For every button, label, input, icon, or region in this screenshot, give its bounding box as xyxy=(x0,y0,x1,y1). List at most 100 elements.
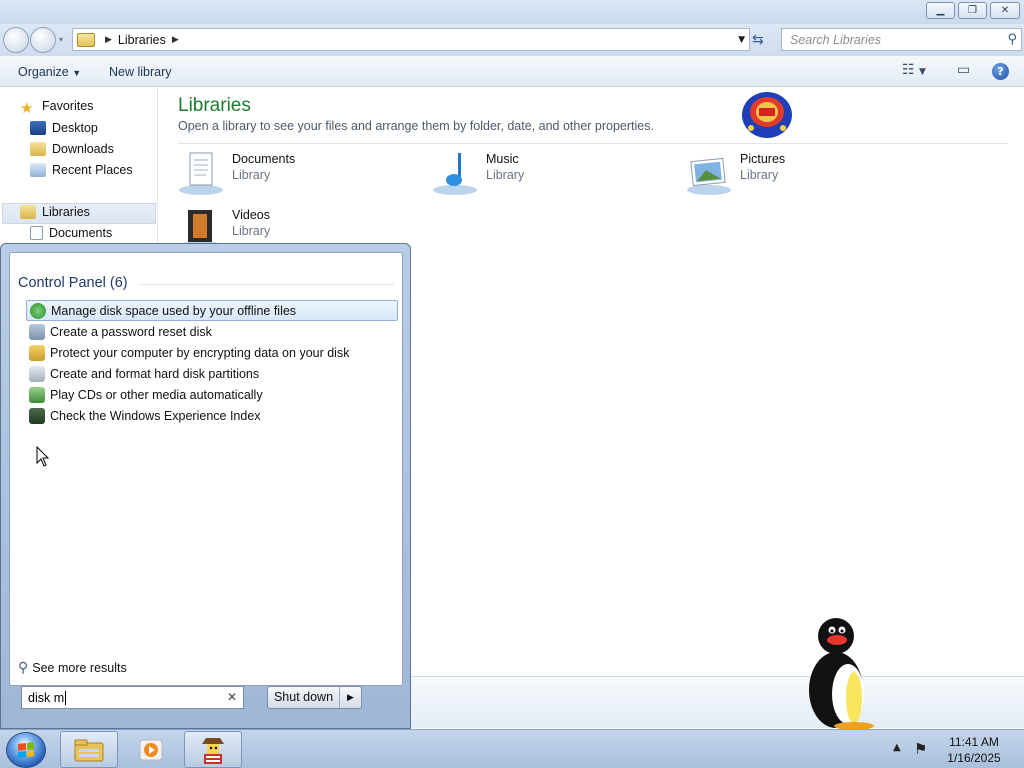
minimize-icon: ▁ xyxy=(936,5,945,16)
navigation-bar: ▾ ▶ Libraries ▶ ▼ ⇆ Search Libraries ⚲ xyxy=(0,24,1024,56)
library-type: Library xyxy=(232,224,271,238)
clock[interactable]: 11:41 AM 1/16/2025 xyxy=(936,734,1012,766)
result-item-partitions[interactable]: Create and format hard disk partitions xyxy=(26,363,398,384)
library-music[interactable]: Music Library xyxy=(432,150,632,198)
library-videos[interactable]: Videos Library xyxy=(178,206,378,251)
library-name: Videos xyxy=(232,208,270,222)
close-button[interactable]: ✕ xyxy=(990,2,1020,19)
start-button[interactable] xyxy=(6,732,46,768)
nav-desktop[interactable]: Desktop xyxy=(30,121,98,135)
nav-favorites[interactable]: ★ Favorites xyxy=(20,99,93,117)
documents-library-icon xyxy=(179,152,223,195)
search-results-panel: Control Panel (6) Manage disk space used… xyxy=(9,252,403,686)
library-type: Library xyxy=(740,168,779,182)
result-label: Create a password reset disk xyxy=(50,324,212,339)
library-type: Library xyxy=(486,168,525,182)
desktop-icon xyxy=(30,121,46,135)
page-subtitle: Open a library to see your files and arr… xyxy=(178,119,654,133)
shutdown-options-icon[interactable]: ▶ xyxy=(340,692,361,703)
action-center-flag-icon[interactable]: ⚑ xyxy=(914,740,927,758)
result-item-autoplay[interactable]: Play CDs or other media automatically xyxy=(26,384,398,405)
taskbar-media-player-button[interactable] xyxy=(122,731,180,768)
library-name: Pictures xyxy=(740,152,786,166)
breadcrumb-libraries[interactable]: Libraries xyxy=(118,33,166,47)
windows-logo-icon xyxy=(18,742,34,758)
nav-libraries-label: Libraries xyxy=(42,205,90,219)
clear-search-icon[interactable]: ✕ xyxy=(227,690,237,704)
library-type: Library xyxy=(232,168,271,182)
shutdown-label: Shut down xyxy=(268,687,340,708)
library-name: Music xyxy=(486,152,519,166)
address-bar[interactable]: ▶ Libraries ▶ ▼ xyxy=(72,28,750,51)
nav-documents-label: Documents xyxy=(49,226,113,240)
nav-downloads[interactable]: Downloads xyxy=(30,142,114,156)
lego-figure-icon xyxy=(202,737,224,764)
see-more-label: See more results xyxy=(32,660,127,675)
star-icon: ★ xyxy=(20,100,34,117)
close-icon: ✕ xyxy=(1000,5,1010,16)
nav-desktop-label: Desktop xyxy=(52,121,98,135)
details-pane xyxy=(410,676,1024,728)
mouse-cursor-icon xyxy=(36,446,50,467)
results-group-title[interactable]: Control Panel (6) xyxy=(18,275,128,291)
nav-documents[interactable]: Documents xyxy=(30,226,112,240)
pictures-library-icon xyxy=(687,157,731,195)
back-button[interactable] xyxy=(3,27,29,53)
minimize-button[interactable]: ▁ xyxy=(926,2,955,19)
command-bar: Organize ▼ New library ☷ ▼ ▭ ? xyxy=(0,56,1024,87)
result-label: Create and format hard disk partitions xyxy=(50,366,260,381)
search-icon[interactable]: ⚲ xyxy=(1007,32,1017,47)
performance-icon xyxy=(29,407,45,424)
help-icon[interactable]: ? xyxy=(992,63,1009,80)
result-item-experience-index[interactable]: Check the Windows Experience Index xyxy=(26,405,398,426)
downloads-folder-icon xyxy=(30,142,46,156)
recent-pages-icon[interactable]: ▾ xyxy=(59,35,63,44)
result-label: Check the Windows Experience Index xyxy=(50,408,261,423)
window-titlebar: ▁ ❐ ✕ xyxy=(0,0,1024,24)
library-documents[interactable]: Documents Library xyxy=(178,150,378,198)
result-item-encrypt[interactable]: Protect your computer by encrypting data… xyxy=(26,342,398,363)
restore-icon: ❐ xyxy=(968,5,977,16)
result-label: Manage disk space used by your offline f… xyxy=(51,303,297,318)
clock-time: 11:41 AM xyxy=(949,735,999,749)
disk-management-icon xyxy=(29,365,45,382)
clock-date: 1/16/2025 xyxy=(947,751,1001,765)
search-query: disk m xyxy=(28,690,65,705)
result-item-password-reset[interactable]: Create a password reset disk xyxy=(26,321,398,342)
refresh-icon[interactable]: ⇆ xyxy=(752,32,764,48)
libraries-icon xyxy=(20,205,36,219)
restore-button[interactable]: ❐ xyxy=(958,2,987,19)
result-item-offline-files[interactable]: Manage disk space used by your offline f… xyxy=(26,300,398,321)
libraries-folder-icon xyxy=(77,32,95,47)
music-library-icon xyxy=(433,153,477,195)
nav-libraries[interactable]: Libraries xyxy=(20,205,90,219)
cd-player-image xyxy=(742,92,792,138)
divider xyxy=(140,284,394,285)
see-more-results-link[interactable]: ⚲ See more results xyxy=(18,659,127,676)
search-icon: ⚲ xyxy=(18,659,29,675)
penguin-image xyxy=(809,618,874,730)
forward-button[interactable] xyxy=(30,27,56,53)
library-pictures[interactable]: Pictures Library xyxy=(686,150,886,198)
breadcrumb-arrow-icon[interactable]: ▶ xyxy=(105,35,112,45)
start-search-input[interactable]: disk m ✕ xyxy=(21,686,244,709)
search-placeholder: Search Libraries xyxy=(790,32,882,47)
shutdown-button[interactable]: Shut down ▶ xyxy=(267,686,362,709)
breadcrumb-arrow-icon[interactable]: ▶ xyxy=(172,35,179,45)
nav-recent-places-label: Recent Places xyxy=(52,163,133,177)
nav-recent-places[interactable]: Recent Places xyxy=(30,163,133,177)
new-library-button[interactable]: New library xyxy=(109,65,172,79)
chevron-down-icon: ▼ xyxy=(72,68,82,78)
preview-pane-icon[interactable]: ▭ xyxy=(957,62,970,78)
show-hidden-icons-icon[interactable]: ▲ xyxy=(893,742,901,753)
search-box[interactable]: Search Libraries ⚲ xyxy=(781,28,1022,51)
taskbar-game-button[interactable] xyxy=(184,731,242,768)
view-options-icon[interactable]: ☷ ▼ xyxy=(902,62,926,78)
navigation-pane: ★ Favorites Desktop Downloads Recent Pla… xyxy=(0,88,158,248)
taskbar-explorer-button[interactable] xyxy=(60,731,118,768)
organize-label: Organize xyxy=(18,65,69,79)
media-player-icon xyxy=(139,739,163,760)
organize-button[interactable]: Organize ▼ xyxy=(18,65,81,79)
address-dropdown-icon[interactable]: ▼ xyxy=(738,35,745,45)
recent-places-icon xyxy=(30,163,46,177)
